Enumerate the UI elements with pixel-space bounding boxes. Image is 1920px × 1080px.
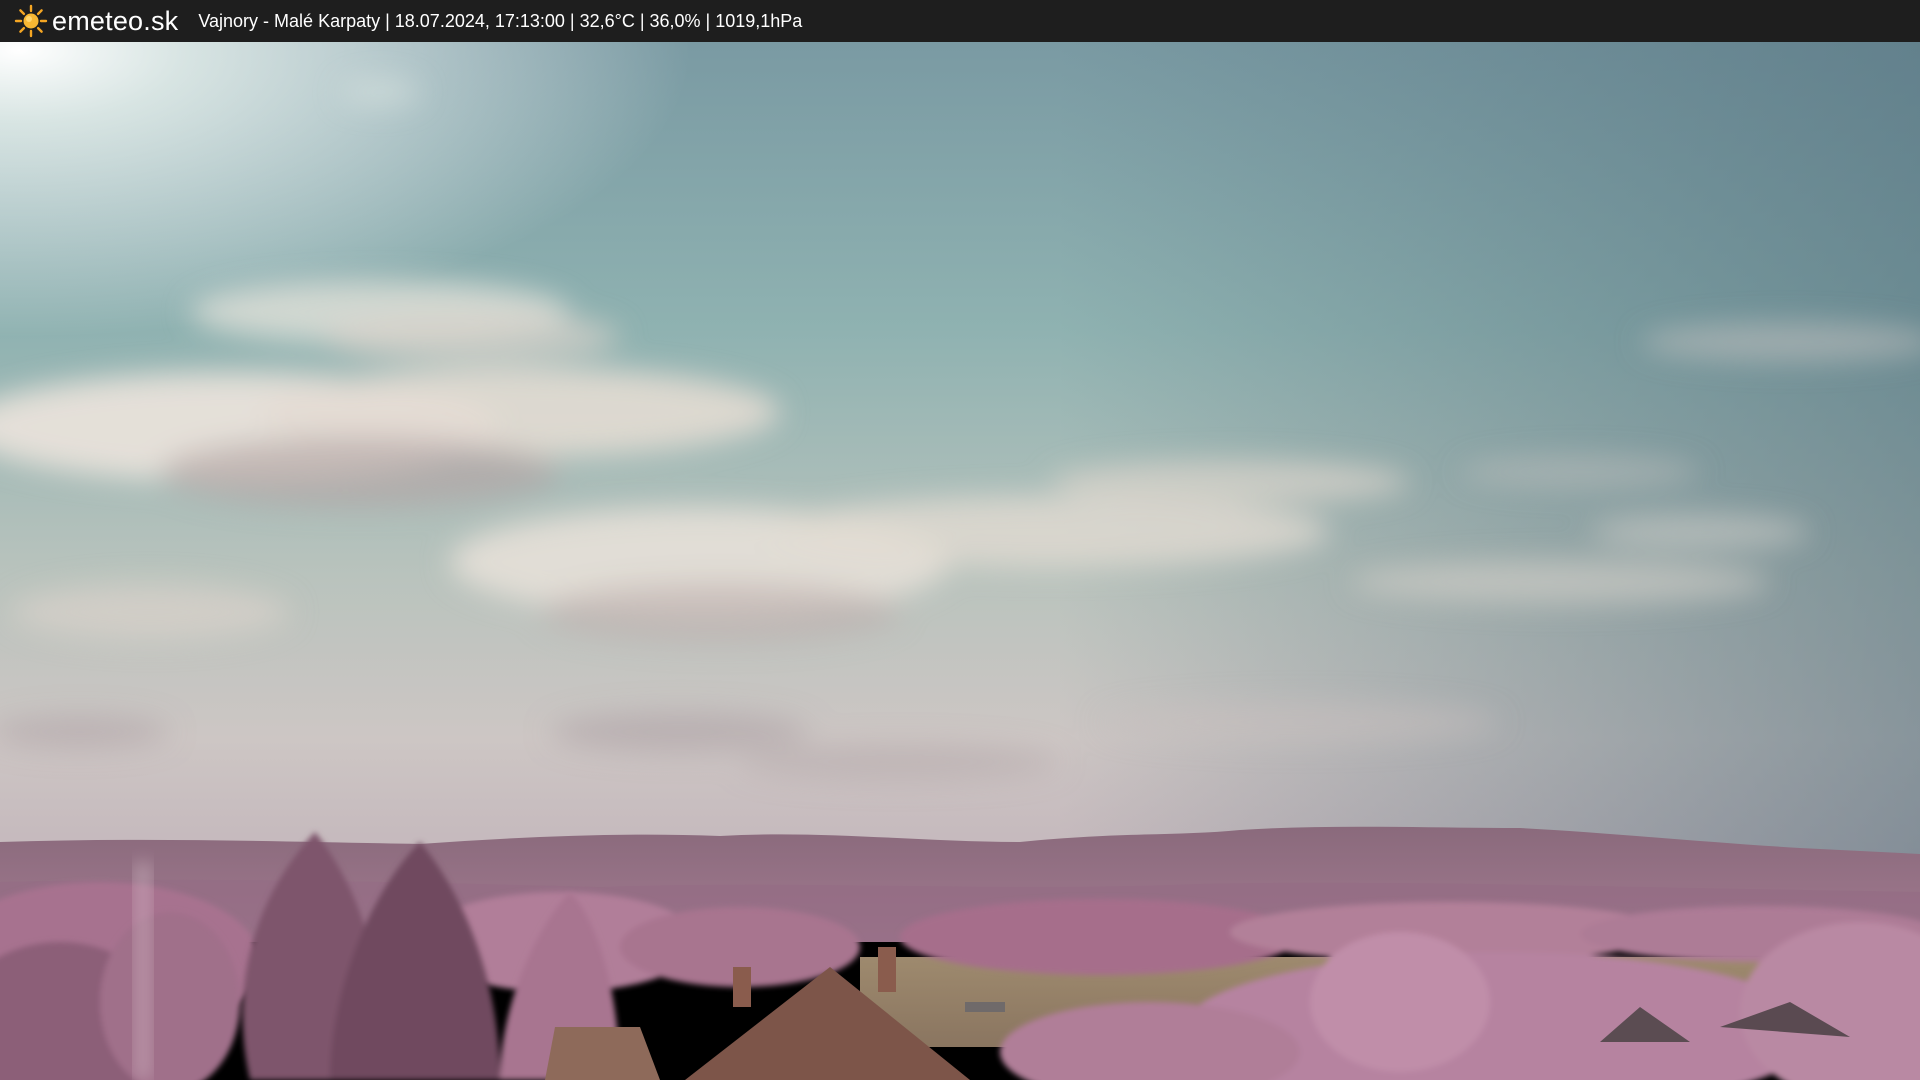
webcam-scene (0, 42, 1920, 1080)
logo: emeteo.sk (14, 4, 178, 38)
brand-name: emeteo.sk (52, 5, 179, 36)
lens-flare (134, 862, 152, 1080)
webcam-frame: emeteo.sk Vajnory - Malé Karpaty | 18.07… (0, 0, 1920, 1080)
weather-readout: Vajnory - Malé Karpaty | 18.07.2024, 17:… (198, 10, 803, 31)
caption-bar: emeteo.sk Vajnory - Malé Karpaty | 18.07… (0, 0, 1920, 42)
sun-icon (14, 4, 48, 38)
